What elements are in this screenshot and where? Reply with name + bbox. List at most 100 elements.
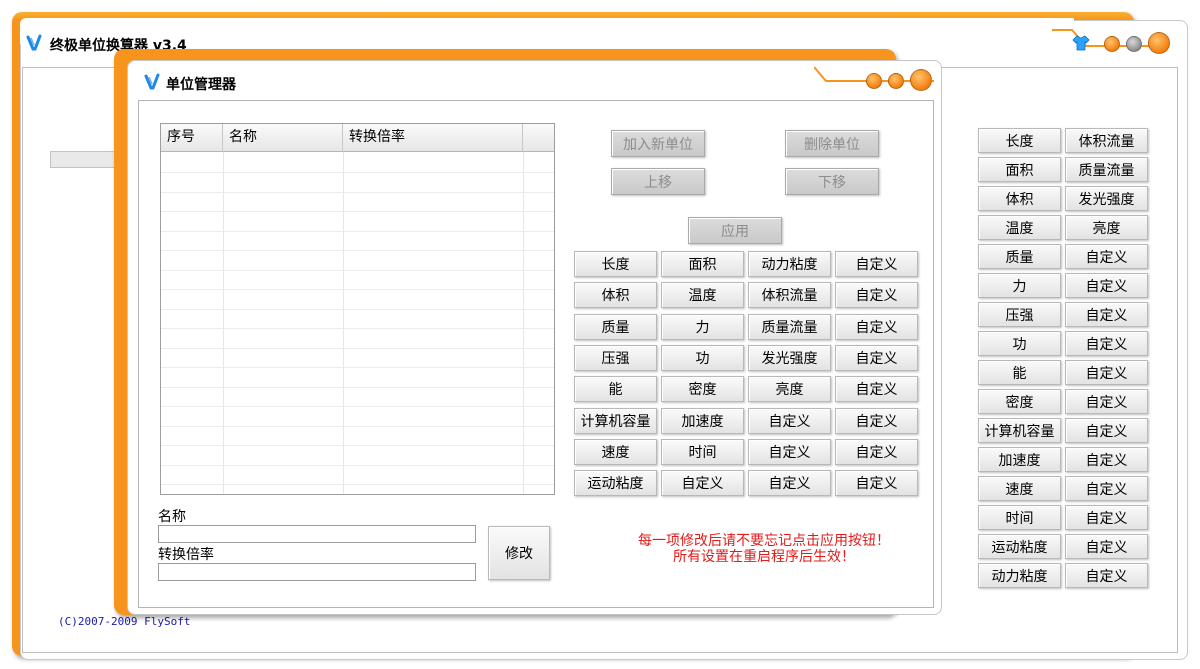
table-row-line (161, 484, 554, 485)
category-button[interactable]: 长度 (574, 251, 657, 277)
category-button[interactable]: 自定义 (835, 313, 918, 340)
unit-type-button[interactable]: 压强 (978, 302, 1061, 327)
close-button[interactable] (1148, 32, 1170, 54)
table-row-line (161, 191, 554, 193)
table-row-line (161, 425, 554, 427)
delete-unit-button[interactable]: 删除单位 (785, 130, 879, 157)
unit-type-button[interactable]: 发光强度 (1065, 186, 1148, 211)
column-header-index[interactable]: 序号 (161, 124, 223, 152)
notice-restart: 所有设置在重启程序后生效！ (673, 549, 855, 565)
table-row-line (161, 289, 554, 290)
category-button[interactable]: 速度 (574, 438, 657, 465)
move-down-button[interactable]: 下移 (785, 168, 879, 195)
unit-type-button[interactable]: 自定义 (1065, 447, 1148, 472)
category-button[interactable]: 亮度 (748, 376, 831, 403)
unit-manager-dialog: 单位管理器 序号 名称 转换倍率 加入新单位 删除单位 上移 下移 应用 长度面… (114, 49, 948, 617)
unit-type-button[interactable]: 自定义 (1065, 360, 1148, 385)
unit-type-button[interactable]: 计算机容量 (978, 418, 1061, 443)
shirt-icon[interactable] (1072, 34, 1090, 52)
unit-type-button[interactable]: 时间 (978, 505, 1061, 530)
unit-type-button[interactable]: 加速度 (978, 447, 1061, 472)
category-button[interactable]: 密度 (661, 376, 744, 403)
unit-type-button[interactable]: 体积流量 (1065, 128, 1148, 153)
unit-type-button[interactable]: 亮度 (1065, 215, 1148, 240)
category-button[interactable]: 自定义 (835, 344, 918, 371)
column-header-name[interactable]: 名称 (223, 124, 343, 152)
unit-type-button[interactable]: 自定义 (1065, 534, 1148, 559)
unit-type-button[interactable]: 自定义 (1065, 418, 1148, 443)
category-button[interactable]: 自定义 (748, 407, 831, 434)
unit-type-button[interactable]: 速度 (978, 476, 1061, 501)
category-button[interactable]: 自定义 (835, 470, 918, 497)
category-button[interactable]: 面积 (661, 251, 744, 277)
table-row-line (161, 328, 554, 329)
unit-type-button[interactable]: 密度 (978, 389, 1061, 414)
table-row-line (161, 308, 554, 310)
unit-type-button[interactable]: 自定义 (1065, 563, 1148, 588)
category-button[interactable]: 时间 (661, 438, 744, 465)
category-button[interactable]: 压强 (574, 344, 657, 371)
category-button[interactable]: 自定义 (835, 376, 918, 403)
category-button[interactable]: 温度 (661, 282, 744, 309)
category-button[interactable]: 自定义 (748, 438, 831, 465)
unit-type-button[interactable]: 能 (978, 360, 1061, 385)
category-button[interactable]: 发光强度 (748, 344, 831, 371)
modify-button[interactable]: 修改 (488, 526, 550, 580)
category-button[interactable]: 计算机容量 (574, 407, 657, 434)
table-row-line (161, 172, 554, 173)
unit-type-button[interactable]: 长度 (978, 128, 1061, 153)
category-button[interactable]: 加速度 (661, 407, 744, 434)
category-button[interactable]: 功 (661, 344, 744, 371)
dialog-maximize-button[interactable] (888, 73, 904, 89)
category-button[interactable]: 自定义 (661, 470, 744, 497)
unit-type-button[interactable]: 自定义 (1065, 302, 1148, 327)
category-button[interactable]: 自定义 (835, 438, 918, 465)
unit-type-button[interactable]: 温度 (978, 215, 1061, 240)
category-button[interactable]: 质量 (574, 313, 657, 340)
move-up-button[interactable]: 上移 (611, 168, 705, 195)
unit-type-button[interactable]: 功 (978, 331, 1061, 356)
table-row-line (161, 347, 554, 349)
unit-type-button[interactable]: 自定义 (1065, 505, 1148, 530)
category-button[interactable]: 运动粘度 (574, 470, 657, 497)
category-button[interactable]: 体积流量 (748, 282, 831, 309)
column-header-extra[interactable] (523, 124, 554, 152)
category-button[interactable]: 能 (574, 376, 657, 403)
unit-type-button[interactable]: 自定义 (1065, 331, 1148, 356)
category-button[interactable]: 自定义 (835, 407, 918, 434)
unit-type-button[interactable]: 自定义 (1065, 273, 1148, 298)
unit-type-button[interactable]: 质量 (978, 244, 1061, 269)
name-input[interactable] (158, 525, 476, 543)
unit-type-button[interactable]: 体积 (978, 186, 1061, 211)
table-row-line (161, 445, 554, 446)
unit-type-button[interactable]: 动力粘度 (978, 563, 1061, 588)
unit-type-button[interactable]: 运动粘度 (978, 534, 1061, 559)
category-button[interactable]: 体积 (574, 282, 657, 309)
maximize-button[interactable] (1126, 36, 1142, 52)
category-button[interactable]: 力 (661, 313, 744, 340)
unit-table[interactable]: 序号 名称 转换倍率 (160, 123, 555, 495)
ratio-input[interactable] (158, 563, 476, 581)
category-button[interactable]: 质量流量 (748, 313, 831, 340)
table-column-line (223, 152, 224, 494)
unit-type-button[interactable]: 质量流量 (1065, 157, 1148, 182)
unit-type-button[interactable]: 力 (978, 273, 1061, 298)
minimize-button[interactable] (1104, 36, 1120, 52)
category-button[interactable]: 自定义 (748, 470, 831, 497)
unit-type-button[interactable]: 自定义 (1065, 476, 1148, 501)
apply-button[interactable]: 应用 (688, 217, 782, 244)
dialog-minimize-button[interactable] (866, 73, 882, 89)
column-header-ratio[interactable]: 转换倍率 (343, 124, 523, 152)
category-button[interactable]: 自定义 (835, 282, 918, 309)
unit-type-button[interactable]: 自定义 (1065, 244, 1148, 269)
add-unit-button[interactable]: 加入新单位 (611, 130, 705, 157)
table-row-line (161, 386, 554, 388)
notice-apply: 每一项修改后请不要忘记点击应用按钮！ (638, 533, 890, 549)
unit-type-button[interactable]: 自定义 (1065, 389, 1148, 414)
unit-type-button[interactable]: 面积 (978, 157, 1061, 182)
table-row-line (161, 230, 554, 232)
category-button[interactable]: 自定义 (835, 251, 918, 277)
unit-table-header: 序号 名称 转换倍率 (161, 124, 554, 152)
category-button[interactable]: 动力粘度 (748, 251, 831, 277)
dialog-close-button[interactable] (910, 69, 932, 91)
